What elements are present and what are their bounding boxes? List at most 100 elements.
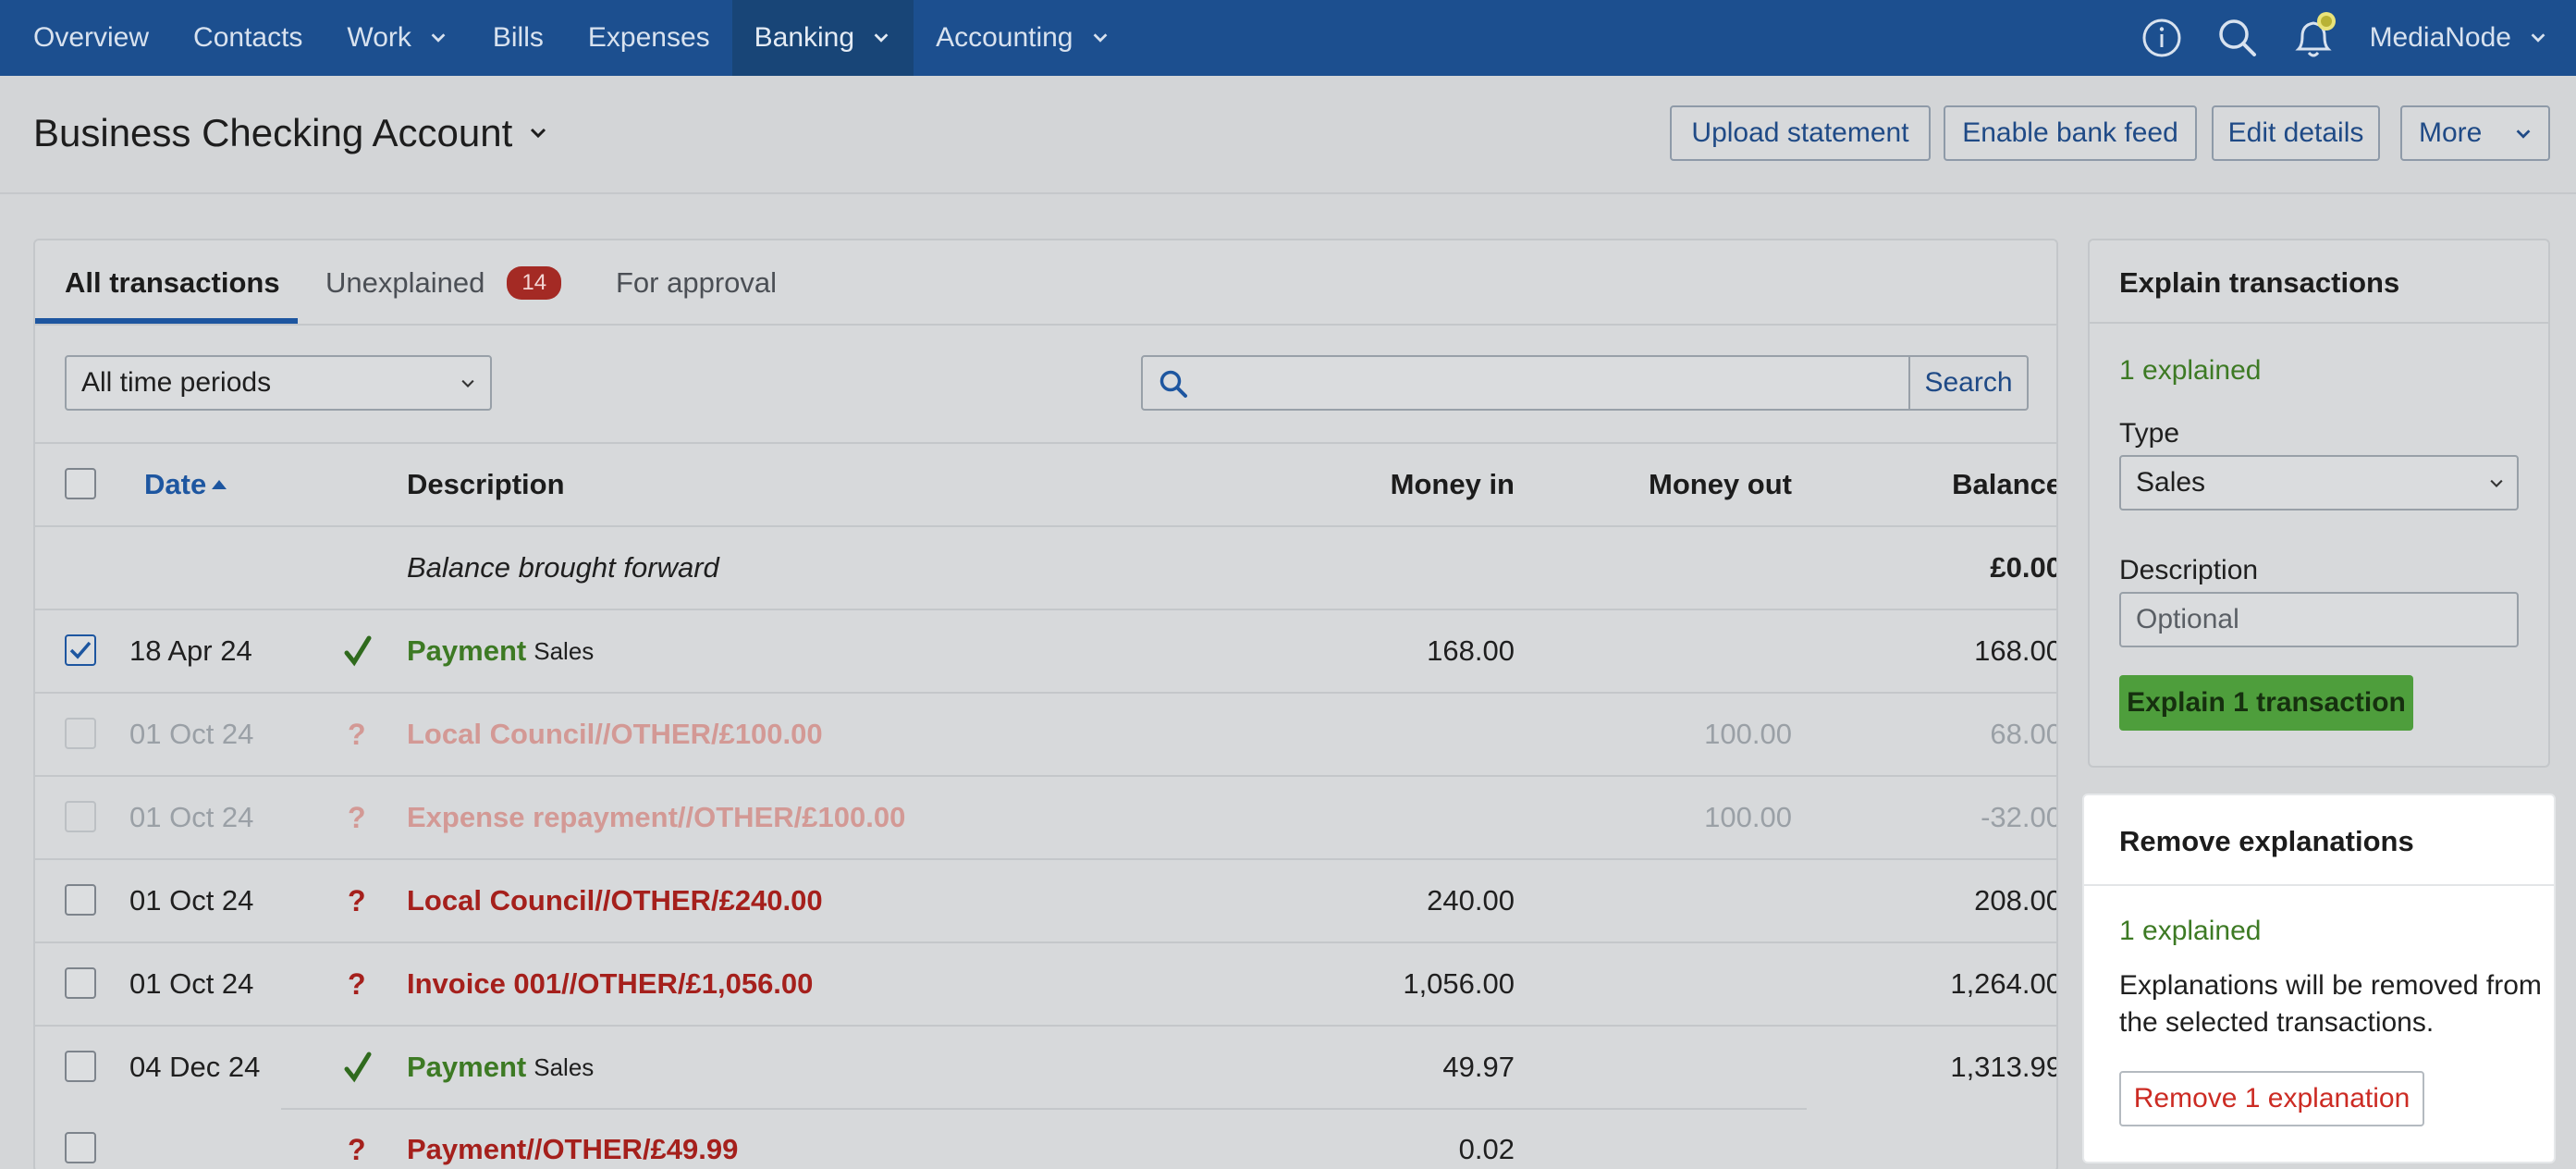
tab-unexplained[interactable]: Unexplained 14 — [325, 240, 562, 326]
table-row[interactable]: 04 Dec 24 Payment Sales 49.97 1,313.99 — [35, 1025, 2056, 1108]
header-label: Description — [407, 468, 565, 500]
money-out-column-header: Money out — [1515, 444, 1792, 525]
row-balance — [1792, 1108, 2056, 1169]
row-description[interactable]: Invoice 001//OTHER/£1,056.00 — [407, 943, 813, 1025]
nav-contacts[interactable]: Contacts — [171, 0, 325, 76]
row-description[interactable]: Expense repayment//OTHER/£100.00 — [407, 777, 905, 858]
row-description[interactable]: Local Council//OTHER/£100.00 — [407, 694, 823, 775]
divider — [2090, 322, 2548, 324]
org-switcher[interactable]: MediaNode — [2351, 22, 2576, 54]
table-row[interactable]: 01 Oct 24 ? Expense repayment//OTHER/£10… — [35, 775, 2056, 858]
account-selector[interactable]: Business Checking Account — [33, 111, 549, 155]
header-label: Money in — [1390, 468, 1515, 500]
row-money-in: 240.00 — [1237, 860, 1515, 941]
chevron-down-icon — [874, 33, 889, 43]
row-balance: 1,313.99 — [1792, 1027, 2056, 1108]
row-money-out — [1515, 1027, 1792, 1108]
search-input[interactable] — [1141, 355, 1910, 411]
row-money-out — [1515, 1108, 1792, 1169]
select-all-checkbox[interactable] — [65, 468, 96, 499]
row-description[interactable]: Local Council//OTHER/£240.00 — [407, 860, 823, 941]
nav-label: Bills — [492, 22, 544, 53]
info-icon[interactable] — [2124, 0, 2200, 76]
row-money-in: 49.97 — [1237, 1027, 1515, 1108]
nav-work[interactable]: Work — [325, 0, 470, 76]
table-row[interactable]: 01 Oct 24 ? Local Council//OTHER/£100.00… — [35, 692, 2056, 775]
type-select[interactable]: Sales — [2119, 455, 2519, 511]
remove-explanations-panel: Remove explanations 1 explained Explanat… — [2082, 794, 2556, 1163]
date-column-header[interactable]: Date — [144, 444, 228, 525]
description-placeholder: Optional — [2136, 604, 2239, 634]
description-link[interactable]: Payment — [407, 634, 526, 668]
table-row[interactable]: 18 Apr 24 Payment Sales 168.00 168.00 — [35, 609, 2056, 692]
row-checkbox[interactable] — [65, 1051, 96, 1082]
row-checkbox[interactable] — [65, 1132, 96, 1163]
unexplained-question-icon: ? — [348, 883, 366, 917]
row-date: 04 Dec 24 — [129, 1027, 260, 1108]
nav-banking[interactable]: Banking — [731, 0, 914, 76]
search-icon[interactable] — [2200, 0, 2275, 76]
upload-statement-button[interactable]: Upload statement — [1670, 105, 1931, 161]
table-row[interactable]: ? Payment//OTHER/£49.99 0.02 — [35, 1108, 2056, 1169]
explained-count: 1 explained — [2119, 355, 2262, 386]
description-link[interactable]: Expense repayment//OTHER/£100.00 — [407, 801, 905, 834]
enable-bank-feed-button[interactable]: Enable bank feed — [1944, 105, 2197, 161]
nav-label: Work — [347, 22, 411, 53]
remove-explanation-button[interactable]: Remove 1 explanation — [2119, 1071, 2424, 1126]
description-field[interactable]: Optional — [2119, 592, 2519, 647]
row-money-out: 100.00 — [1515, 777, 1792, 858]
row-balance: -32.00 — [1792, 777, 2056, 858]
row-date: 01 Oct 24 — [129, 860, 253, 941]
row-checkbox[interactable] — [65, 634, 96, 666]
date-text: 01 Oct 24 — [129, 718, 254, 750]
table-row[interactable]: 01 Oct 24 ? Local Council//OTHER/£240.00… — [35, 858, 2056, 941]
row-description[interactable]: Payment//OTHER/£49.99 — [407, 1108, 738, 1169]
balance-text: 208.00 — [1974, 884, 2058, 917]
row-balance: 168.00 — [1792, 610, 2058, 692]
chevron-down-icon — [1093, 33, 1107, 43]
transactions-panel: All transactions Unexplained 14 For appr… — [33, 239, 2058, 1169]
edit-details-button[interactable]: Edit details — [2212, 105, 2380, 161]
nav-bills[interactable]: Bills — [471, 0, 566, 76]
row-checkbox[interactable] — [65, 884, 96, 916]
description-link[interactable]: Invoice 001//OTHER/£1,056.00 — [407, 967, 813, 1001]
count-badge: 14 — [507, 266, 562, 300]
money-in-text: 168.00 — [1427, 634, 1515, 667]
money-in-text: 0.02 — [1458, 1133, 1515, 1165]
search-button[interactable]: Search — [1908, 355, 2029, 411]
balance-text: 168.00 — [1974, 634, 2058, 667]
row-description[interactable]: Payment Sales — [407, 610, 594, 692]
row-checkbox[interactable] — [65, 801, 96, 832]
bell-icon[interactable] — [2275, 0, 2351, 76]
page-title: Business Checking Account — [33, 111, 513, 154]
more-button[interactable]: More — [2400, 105, 2550, 161]
row-checkbox[interactable] — [65, 718, 96, 749]
opening-balance-value: £0.00 — [1792, 527, 2056, 609]
table-row[interactable]: 01 Oct 24 ? Invoice 001//OTHER/£1,056.00… — [35, 941, 2056, 1025]
period-select[interactable]: All time periods — [65, 355, 492, 411]
description-link[interactable]: Local Council//OTHER/£240.00 — [407, 884, 823, 917]
chevron-down-icon — [2531, 33, 2545, 43]
nav-accounting[interactable]: Accounting — [914, 0, 1132, 76]
nav-expenses[interactable]: Expenses — [566, 0, 732, 76]
category-text: Sales — [534, 1052, 595, 1081]
unexplained-question-icon: ? — [348, 966, 366, 1001]
explain-button[interactable]: Explain 1 transaction — [2119, 675, 2413, 731]
row-money-in: 1,056.00 — [1237, 943, 1515, 1025]
row-description[interactable]: Payment Sales — [407, 1027, 594, 1108]
tab-all-transactions[interactable]: All transactions — [65, 240, 280, 326]
more-label: More — [2419, 117, 2483, 148]
opening-balance-label: Balance brought forward — [407, 527, 719, 609]
description-link[interactable]: Payment — [407, 1051, 526, 1084]
description-link[interactable]: Local Council//OTHER/£100.00 — [407, 718, 823, 751]
nav-label: Banking — [754, 22, 855, 53]
nav-overview[interactable]: Overview — [0, 0, 171, 76]
row-checkbox[interactable] — [65, 967, 96, 999]
date-text: 01 Oct 24 — [129, 884, 254, 917]
row-money-in: 0.02 — [1237, 1108, 1515, 1169]
description-link[interactable]: Payment//OTHER/£49.99 — [407, 1133, 738, 1166]
row-money-out — [1515, 943, 1792, 1025]
tab-for-approval[interactable]: For approval — [616, 240, 777, 326]
checkmark-icon — [69, 641, 92, 659]
money-in-text: 240.00 — [1427, 884, 1515, 917]
